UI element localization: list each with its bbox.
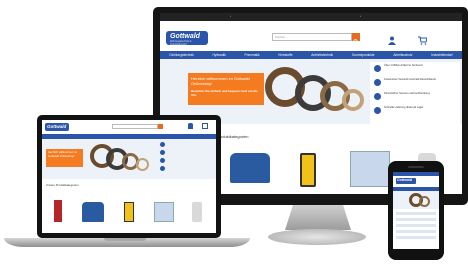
nav-item[interactable]: Hydraulik [212,53,225,57]
benefit-text: Kostenloser Versand innerhalb Deutschlan… [384,78,436,81]
benefit-text: Schnelle Lieferung direkt ab Lager [384,106,424,109]
phone-speaker [408,166,424,168]
site-logo[interactable]: Gottwald [396,178,416,184]
hero-subline: Bestellen Sie einfach und bequem rund um… [191,89,258,97]
nav-item[interactable]: Arbeitsschutz [393,53,412,57]
product-tile-adhesive[interactable] [124,202,134,222]
search-input[interactable]: Suchen... [272,33,352,41]
list-item [396,224,436,227]
monitor-stand-neck [285,205,351,230]
site-logo[interactable]: Gottwald Dichtungstechnik & Industriebed… [166,31,208,45]
benefit-text: Über 1 Million Artikel im Sortiment [384,64,423,67]
benefits-list [396,212,436,242]
category-heading: Unsere Produktkategorien [46,183,79,187]
hero-text-box: Herzlich willkommen im Gottwald Onlinesh… [188,73,264,105]
logo-tagline: Dichtungstechnik & Industriebedarf [170,40,192,46]
list-item [396,230,436,233]
account-button[interactable] [388,32,396,45]
check-circle-icon [160,150,165,155]
search-button[interactable] [352,33,360,45]
logo-text: Gottwald [170,33,200,40]
benefit-item [160,166,214,172]
oring-image [136,158,149,171]
hero-headline: Herzlich willkommen im Gottwald Onlinesh… [191,76,250,86]
hero-text-box: Herzlich willkommen im Gottwald Onlinesh… [46,149,83,167]
laptop-notch [104,238,146,241]
check-circle-icon [374,93,381,100]
list-item [396,236,436,239]
laptop-screen: Gottwald Herzlich willkommen im Gottwald… [42,120,216,233]
check-circle-icon [160,166,165,171]
check-circle-icon [374,107,381,114]
check-circle-icon [160,142,165,147]
list-item [396,212,436,215]
nav-item[interactable]: Pneumatik [245,53,260,57]
phone-screen: Gottwald [393,172,439,249]
benefit-item [160,158,214,164]
check-circle-icon [160,158,165,163]
site-logo[interactable]: Gottwald [45,123,69,131]
product-tile-filter[interactable] [350,151,390,187]
product-tile-adhesive[interactable] [300,153,316,187]
nav-item[interactable]: Industriebedarf [431,53,452,57]
product-tile-container[interactable] [82,202,104,222]
search-input[interactable] [112,124,158,129]
oring-image [419,196,430,207]
benefit-item: Persönlicher Service und Fachberatung [374,92,458,104]
benefits-panel [160,142,214,178]
user-icon [388,36,396,45]
nav-item[interactable]: Klebstoffe [278,53,292,57]
main-navigation: Dichtungstechnik Hydraulik Pneumatik Kle… [160,51,462,59]
cart-icon [418,36,428,45]
oring-image [342,89,364,111]
benefit-item [160,150,214,156]
product-tile-container[interactable] [230,153,270,183]
product-tile-filter[interactable] [154,202,174,222]
benefits-panel: Über 1 Million Artikel im Sortiment Kost… [370,62,460,124]
nav-item[interactable]: Dichtungstechnik [169,53,193,57]
check-circle-icon [374,65,381,72]
list-item [396,218,436,221]
topbar-dot: • [230,14,232,18]
nav-item[interactable]: Antriebstechnik [311,53,333,57]
check-circle-icon [374,79,381,86]
topbar-dot: • [360,14,362,18]
benefit-item: Kostenloser Versand innerhalb Deutschlan… [374,78,458,90]
benefit-item: Schnelle Lieferung direkt ab Lager [374,106,458,118]
user-icon[interactable] [188,123,193,129]
status-bar [393,172,439,176]
product-tile-bottle[interactable] [192,202,202,222]
search-button[interactable] [158,124,163,129]
cart-icon[interactable] [202,123,208,129]
cart-button[interactable] [418,32,428,45]
top-bar: • • [160,13,462,21]
benefit-item: Über 1 Million Artikel im Sortiment [374,64,458,76]
nav-item[interactable]: Gummiprodukte [352,53,375,57]
monitor-stand-base [268,229,366,245]
benefit-text: Persönlicher Service und Fachberatung [384,92,430,95]
search-icon [353,39,359,45]
benefit-item [160,142,214,148]
product-tile-cartridge[interactable] [54,200,62,222]
